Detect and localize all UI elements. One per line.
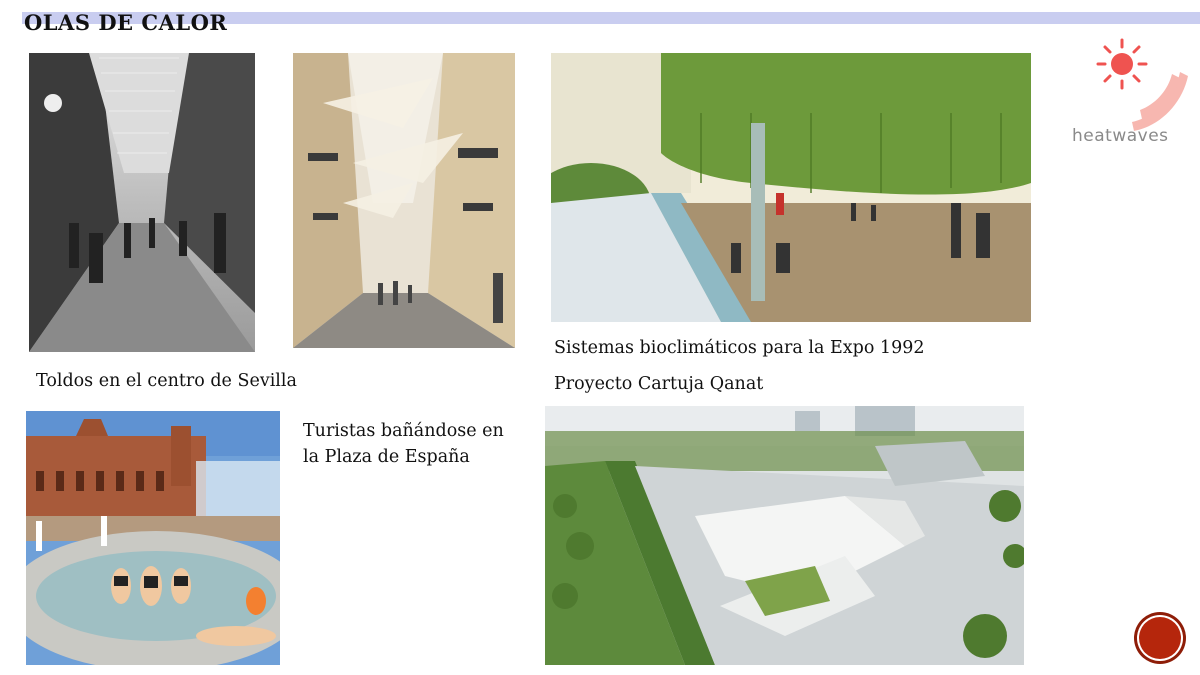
photo-plaza-de-espana-tourists (26, 411, 280, 665)
slide-title: OLAS DE CALOR (24, 10, 228, 35)
photo-cartuja-qanat-render (545, 406, 1024, 665)
caption-turistas-line2: la Plaza de España (303, 447, 470, 467)
photo-historic-awnings-street (29, 53, 255, 352)
caption-toldos: Toldos en el centro de Sevilla (36, 371, 297, 391)
caption-expo-1992: Sistemas bioclimáticos para la Expo 1992 (554, 338, 925, 358)
photo-expo-1992-bioclimatic (551, 53, 1031, 322)
photo-street-sail-awnings (293, 53, 515, 348)
next-slide-button[interactable] (1137, 615, 1183, 661)
caption-cartuja-qanat: Proyecto Cartuja Qanat (554, 374, 764, 394)
heatwaves-logo-text: heatwaves (1072, 126, 1169, 146)
caption-turistas-line1: Turistas bañándose en (303, 421, 504, 441)
